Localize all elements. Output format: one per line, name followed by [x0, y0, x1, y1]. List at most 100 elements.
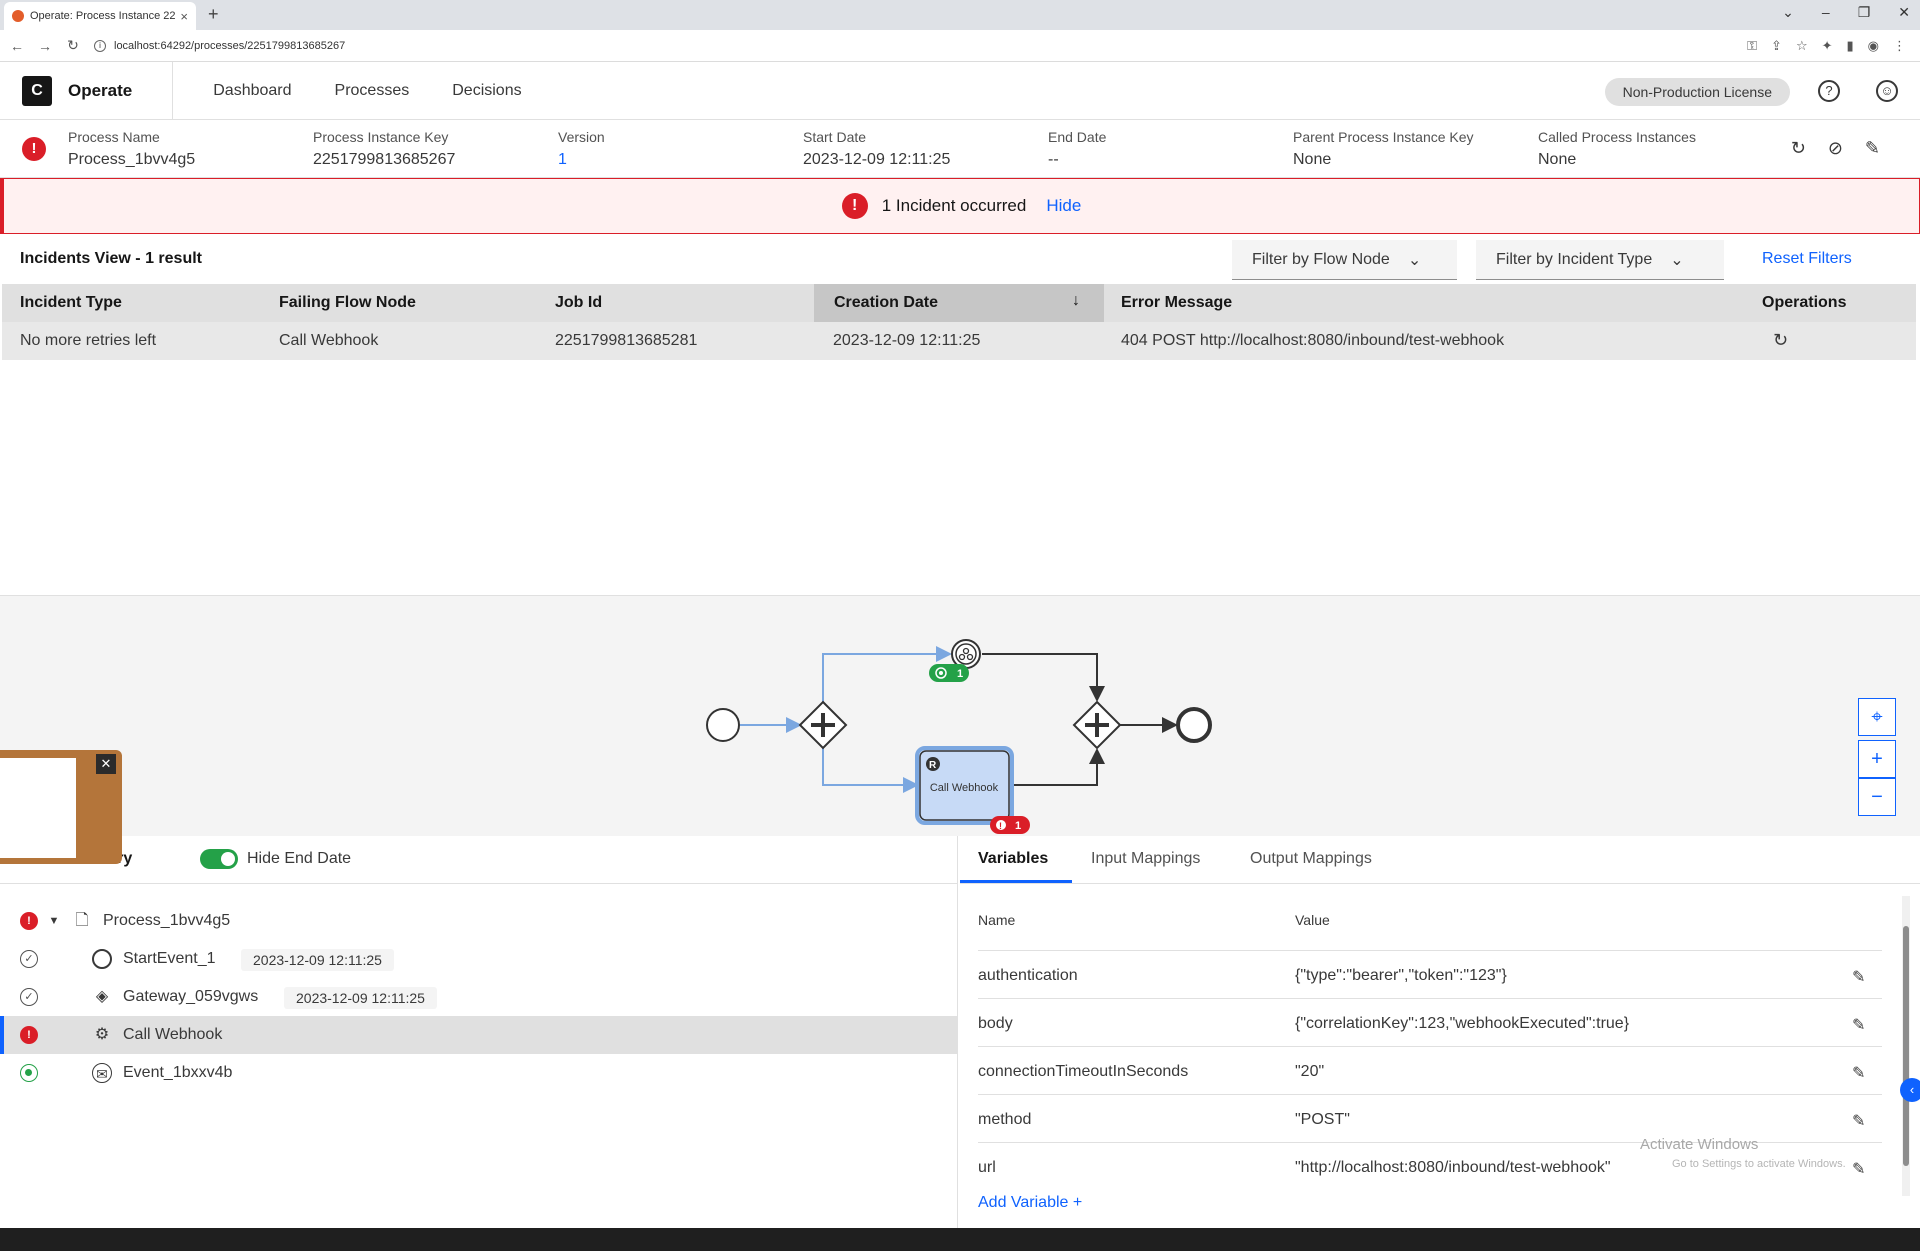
- close-preview-icon[interactable]: ✕: [96, 754, 116, 774]
- variables-scrollbar[interactable]: [1902, 896, 1910, 1196]
- key-icon[interactable]: ⚿: [1747, 38, 1757, 54]
- reset-filters-button[interactable]: Reset Filters: [1762, 250, 1852, 268]
- history-item-name: Process_1bvv4g5: [103, 912, 231, 929]
- variable-value: "http://localhost:8080/inbound/test-webh…: [1295, 1159, 1611, 1176]
- license-tag[interactable]: Non-Production License: [1604, 78, 1790, 106]
- camunda-logo[interactable]: C: [22, 75, 52, 106]
- modify-icon[interactable]: ✎: [1865, 138, 1880, 159]
- cell-error-message: 404 POST http://localhost:8080/inbound/t…: [1121, 332, 1505, 349]
- history-item-process[interactable]: ! ▼ 🗋 Process_1bvv4g5: [0, 902, 958, 940]
- tab-variables[interactable]: Variables: [978, 850, 1048, 868]
- col-job-id[interactable]: Job Id: [555, 294, 602, 312]
- col-incident-type[interactable]: Incident Type: [20, 294, 122, 312]
- incident-state-icon: !: [22, 137, 46, 161]
- instance-history-panel: tory Hide End Date ! ▼ 🗋 Process_1bvv4g5…: [0, 836, 958, 1228]
- field-label: Start Date: [803, 129, 867, 145]
- tab-input-mappings[interactable]: Input Mappings: [1091, 850, 1200, 868]
- chevron-down-icon: ⌄: [1407, 251, 1422, 269]
- tab-output-mappings[interactable]: Output Mappings: [1250, 850, 1372, 868]
- window-preview-thumbnail[interactable]: ✕: [0, 750, 122, 864]
- app-name[interactable]: Operate: [68, 81, 132, 101]
- variable-name: url: [978, 1159, 996, 1176]
- caret-down-icon[interactable]: ▼: [44, 911, 64, 931]
- field-version: Version 1: [558, 129, 605, 169]
- filter-flow-node-dropdown[interactable]: Filter by Flow Node ⌄: [1232, 240, 1457, 280]
- col-creation-date-label: Creation Date: [834, 294, 939, 311]
- retry-icon[interactable]: ↻: [1791, 138, 1806, 159]
- field-label: Process Name: [68, 129, 160, 145]
- cancel-icon[interactable]: ⊘: [1828, 138, 1843, 159]
- field-label: Version: [558, 129, 605, 145]
- filter-incident-type-dropdown[interactable]: Filter by Incident Type ⌄: [1476, 240, 1724, 280]
- active-tab-indicator: [960, 880, 1072, 883]
- hide-incidents-link[interactable]: Hide: [1046, 196, 1081, 216]
- history-item-call-webhook[interactable]: ! ⚙ Call Webhook: [0, 1016, 958, 1054]
- task-call-webhook[interactable]: R Call Webhook: [915, 746, 1014, 825]
- nav-processes[interactable]: Processes: [335, 82, 410, 100]
- minimize-icon[interactable]: –: [1822, 4, 1830, 21]
- close-window-icon[interactable]: ✕: [1898, 4, 1910, 21]
- share-icon[interactable]: ⇪: [1771, 38, 1782, 54]
- tab-search-icon[interactable]: ⌄: [1782, 4, 1794, 21]
- version-link[interactable]: 1: [558, 151, 605, 169]
- table-row[interactable]: No more retries left Call Webhook 225179…: [2, 322, 1916, 360]
- forward-icon[interactable]: →: [34, 38, 56, 54]
- variable-row: method "POST" ✎: [978, 1094, 1882, 1142]
- nav-decisions[interactable]: Decisions: [452, 82, 521, 100]
- history-item-event[interactable]: ✉ Event_1bxxv4b: [0, 1054, 958, 1092]
- incidents-empty-area: [0, 360, 1920, 596]
- end-event[interactable]: [1176, 707, 1212, 743]
- retry-incident-icon[interactable]: ↻: [1773, 330, 1788, 351]
- profile-icon[interactable]: ◉: [1868, 38, 1879, 54]
- field-label: End Date: [1048, 129, 1107, 145]
- extensions-icon[interactable]: ✦: [1822, 38, 1833, 54]
- incident-banner-text: 1 Incident occurred: [881, 196, 1027, 215]
- os-taskbar: [0, 1228, 1920, 1251]
- menu-kebab-icon[interactable]: ⋮: [1893, 38, 1906, 54]
- sidepanel-icon[interactable]: ▮: [1847, 38, 1854, 54]
- history-item-gateway[interactable]: ✓ ◈ Gateway_059vgws 2023-12-09 12:11:25: [0, 978, 958, 1016]
- col-creation-date[interactable]: Creation Date ↓: [814, 284, 1104, 322]
- field-parent-key: Parent Process Instance Key None: [1293, 129, 1474, 169]
- site-info-icon[interactable]: i: [94, 39, 106, 52]
- bpmn-diagram[interactable]: 1 R Call Webhook ! 1 ⌖ + −: [0, 596, 1920, 836]
- add-variable-button[interactable]: Add Variable +: [978, 1194, 1082, 1212]
- variable-name: body: [978, 1015, 1013, 1032]
- field-start-date: Start Date 2023-12-09 12:11:25: [803, 129, 950, 169]
- zoom-out-button[interactable]: −: [1858, 778, 1896, 816]
- reset-diagram-zoom-button[interactable]: ⌖: [1858, 698, 1896, 736]
- edit-pencil-icon[interactable]: ✎: [1852, 1159, 1865, 1179]
- nav-dashboard[interactable]: Dashboard: [213, 82, 291, 100]
- col-error-message[interactable]: Error Message: [1121, 294, 1232, 312]
- parallel-gateway-join[interactable]: [1072, 700, 1122, 750]
- restore-icon[interactable]: ❐: [1858, 4, 1871, 21]
- parallel-gateway-split[interactable]: [798, 700, 848, 750]
- field-value: Process_1bvv4g5: [68, 151, 196, 168]
- bookmark-star-icon[interactable]: ☆: [1796, 38, 1808, 54]
- zoom-in-button[interactable]: +: [1858, 740, 1896, 778]
- collapse-panel-icon[interactable]: ‹: [1900, 1078, 1920, 1102]
- incidents-table-header: Incident Type Failing Flow Node Job Id C…: [2, 284, 1916, 322]
- scrollbar-thumb[interactable]: [1903, 926, 1909, 1166]
- edit-pencil-icon[interactable]: ✎: [1852, 1111, 1865, 1131]
- edit-pencil-icon[interactable]: ✎: [1852, 1015, 1865, 1035]
- history-item-start-event[interactable]: ✓ StartEvent_1 2023-12-09 12:11:25: [0, 940, 958, 978]
- help-icon[interactable]: ?: [1818, 80, 1840, 102]
- edit-pencil-icon[interactable]: ✎: [1852, 967, 1865, 987]
- intermediate-webhook-event[interactable]: [951, 639, 981, 669]
- history-item-name: Event_1bxxv4b: [123, 1064, 233, 1081]
- hide-end-date-toggle[interactable]: [200, 849, 238, 869]
- top-nav: Dashboard Processes Decisions: [213, 82, 521, 100]
- tab-close-icon[interactable]: ×: [180, 9, 188, 24]
- start-event[interactable]: [706, 708, 740, 742]
- incident-state-icon: !: [20, 912, 38, 930]
- field-label: Process Instance Key: [313, 129, 449, 145]
- user-icon[interactable]: ☺: [1876, 80, 1898, 102]
- col-failing-flow-node[interactable]: Failing Flow Node: [279, 294, 416, 312]
- edit-pencil-icon[interactable]: ✎: [1852, 1063, 1865, 1083]
- url-field[interactable]: i localhost:64292/processes/225179981368…: [94, 34, 1747, 58]
- back-icon[interactable]: ←: [6, 38, 28, 54]
- reload-icon[interactable]: ↻: [62, 37, 84, 54]
- browser-tab[interactable]: Operate: Process Instance 2251... ×: [4, 2, 196, 30]
- new-tab-button[interactable]: +: [208, 4, 219, 25]
